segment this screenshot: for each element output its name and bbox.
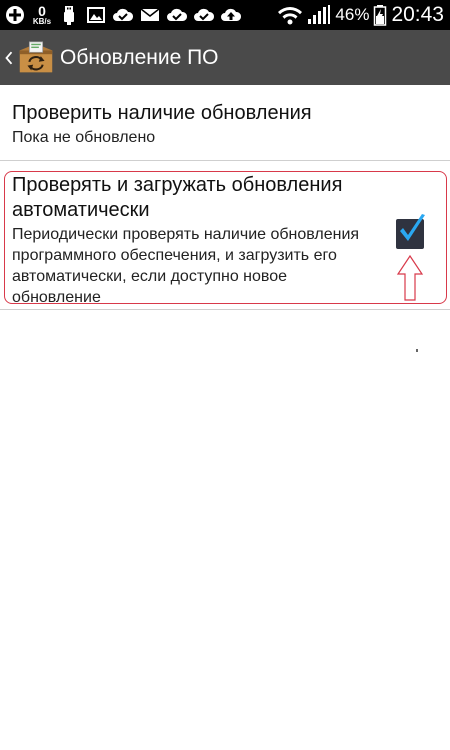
auto-update-item[interactable]: Проверять и загружать обновления автомат… bbox=[0, 161, 450, 310]
back-button[interactable] bbox=[2, 30, 16, 85]
gallery-icon bbox=[85, 4, 107, 26]
software-update-box-icon[interactable] bbox=[16, 38, 56, 78]
check-update-title: Проверить наличие обновления bbox=[12, 102, 312, 124]
auto-update-checkbox[interactable] bbox=[396, 214, 425, 249]
net-speed-value: 0 bbox=[38, 3, 46, 19]
screen-artifact bbox=[416, 349, 418, 352]
net-speed-unit: KB/s bbox=[32, 17, 52, 26]
wifi-icon bbox=[277, 4, 303, 26]
battery-percent: 46% bbox=[335, 5, 370, 24]
auto-update-title: Проверять и загружать обновления автомат… bbox=[12, 174, 343, 221]
status-bar: 0 KB/s 46% 20:43 bbox=[0, 0, 450, 30]
mail-icon bbox=[139, 4, 161, 26]
chevron-left-icon bbox=[5, 51, 13, 64]
checkmark-icon bbox=[400, 214, 425, 241]
cloud-check-icon bbox=[166, 4, 188, 26]
net-speed-indicator: 0 KB/s bbox=[31, 4, 53, 26]
check-update-summary: Пока не обновлено bbox=[12, 129, 156, 146]
signal-icon bbox=[307, 4, 331, 26]
add-icon bbox=[4, 4, 26, 26]
usb-icon bbox=[58, 4, 80, 26]
cloud-upload-icon bbox=[220, 4, 242, 26]
cloud-check-icon bbox=[193, 4, 215, 26]
cloud-check-icon bbox=[112, 4, 134, 26]
check-update-item[interactable]: Проверить наличие обновления Пока не обн… bbox=[0, 85, 450, 161]
page-title: Обновление ПО bbox=[60, 45, 219, 69]
battery-charging-icon bbox=[373, 4, 387, 26]
arrow-up-icon bbox=[396, 254, 424, 301]
action-bar: Обновление ПО bbox=[0, 30, 450, 85]
auto-update-summary: Периодически проверять наличие обновлени… bbox=[12, 226, 360, 306]
clock: 20:43 bbox=[391, 3, 444, 26]
